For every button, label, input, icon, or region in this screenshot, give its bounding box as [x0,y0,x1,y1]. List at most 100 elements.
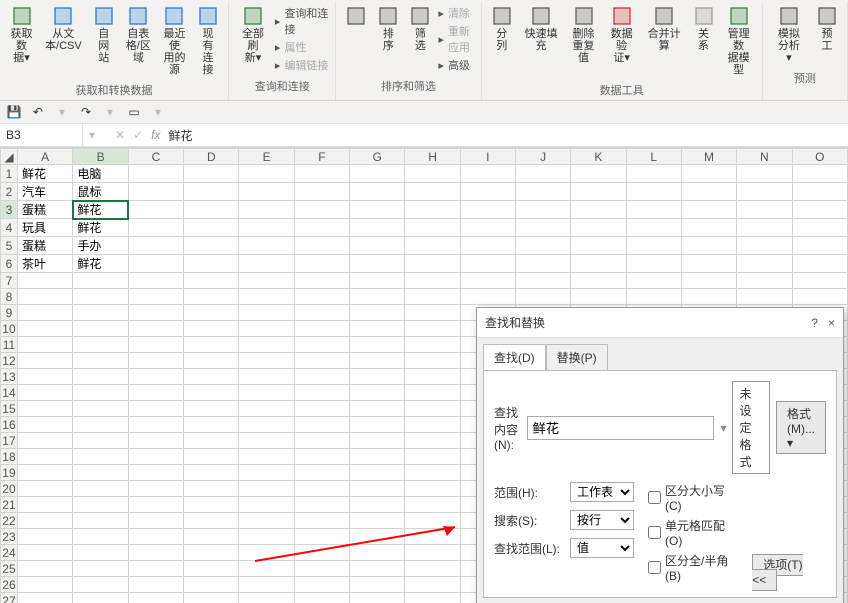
cell[interactable] [239,561,294,577]
cell[interactable] [73,465,128,481]
cell[interactable]: 蛋糕 [17,201,72,219]
column-header[interactable]: B [73,149,128,165]
cell[interactable] [515,201,570,219]
cell[interactable] [239,577,294,593]
cell[interactable] [17,593,72,603]
cell[interactable] [239,219,294,237]
cell[interactable] [17,545,72,561]
cell[interactable] [515,165,570,183]
find-input[interactable] [527,416,714,440]
row-header[interactable]: 8 [1,289,18,305]
cell[interactable] [405,337,460,353]
ribbon-button[interactable]: 关系 [690,4,718,54]
cell[interactable] [17,497,72,513]
cell[interactable] [350,255,405,273]
ribbon-button[interactable]: 数据验 证▾ [605,4,639,66]
cell[interactable] [294,593,349,603]
cell[interactable] [184,201,239,219]
cell[interactable] [128,497,183,513]
cell[interactable]: 鲜花 [73,255,128,273]
options-button[interactable]: 选项(T) << [752,554,802,591]
cell[interactable] [17,449,72,465]
row-header[interactable]: 3 [1,201,18,219]
cell[interactable] [184,353,239,369]
cell[interactable] [184,385,239,401]
cell[interactable] [515,183,570,201]
cell[interactable] [571,219,626,237]
column-header[interactable]: E [239,149,294,165]
cell[interactable] [184,183,239,201]
cell[interactable] [681,273,736,289]
cell[interactable] [792,219,847,237]
cell[interactable] [184,237,239,255]
cell[interactable] [405,481,460,497]
name-box[interactable]: B3 [0,124,83,146]
row-header[interactable]: 24 [1,545,18,561]
cell[interactable] [184,321,239,337]
row-header[interactable]: 25 [1,561,18,577]
cell[interactable] [73,577,128,593]
column-header[interactable]: D [184,149,239,165]
cell[interactable] [405,513,460,529]
cell[interactable] [239,165,294,183]
cell[interactable] [350,353,405,369]
cell[interactable] [571,273,626,289]
cell[interactable] [128,513,183,529]
cell[interactable] [239,593,294,603]
cell[interactable] [737,255,792,273]
cell[interactable] [17,433,72,449]
cell[interactable] [515,255,570,273]
ribbon-button[interactable]: 从文 本/CSV [41,4,86,54]
cell[interactable] [350,201,405,219]
cell[interactable] [73,401,128,417]
cell[interactable] [405,219,460,237]
cell[interactable] [350,305,405,321]
cell[interactable] [626,255,681,273]
cell[interactable] [128,529,183,545]
ribbon-button[interactable]: 自网 站 [90,4,118,66]
cell[interactable] [184,255,239,273]
cell[interactable] [73,449,128,465]
cell[interactable] [294,369,349,385]
cell[interactable] [184,337,239,353]
ribbon-button[interactable]: 管理数 据模型 [722,4,756,78]
column-header[interactable]: G [350,149,405,165]
cell[interactable] [128,449,183,465]
cell[interactable] [128,385,183,401]
cell[interactable] [350,529,405,545]
cell[interactable] [294,497,349,513]
cell[interactable] [626,165,681,183]
cell[interactable] [405,369,460,385]
cell[interactable] [294,529,349,545]
row-header[interactable]: 10 [1,321,18,337]
cell[interactable] [681,237,736,255]
cell[interactable] [737,219,792,237]
cell[interactable] [405,577,460,593]
dialog-tab[interactable]: 替换(P) [546,344,608,370]
cell[interactable] [294,219,349,237]
cell[interactable] [350,337,405,353]
cell[interactable] [128,201,183,219]
cell[interactable] [294,201,349,219]
cell[interactable] [571,289,626,305]
column-header[interactable]: M [681,149,736,165]
cell[interactable] [73,497,128,513]
cell[interactable] [239,417,294,433]
cell[interactable] [128,545,183,561]
spreadsheet-grid[interactable]: ◢ABCDEFGHIJKLMNO1鲜花电脑2汽车鼠标3蛋糕鲜花4玩具鲜花5蛋糕手… [0,147,848,603]
cell[interactable] [681,219,736,237]
cell[interactable] [184,449,239,465]
column-header[interactable]: I [460,149,515,165]
cell[interactable] [73,561,128,577]
cell[interactable] [184,219,239,237]
cell[interactable] [294,353,349,369]
cell[interactable] [239,369,294,385]
cell[interactable] [239,337,294,353]
column-header[interactable]: J [515,149,570,165]
cell[interactable] [294,385,349,401]
cell[interactable] [515,289,570,305]
row-header[interactable]: 6 [1,255,18,273]
cell[interactable] [294,337,349,353]
column-header[interactable]: F [294,149,349,165]
cell[interactable] [184,561,239,577]
